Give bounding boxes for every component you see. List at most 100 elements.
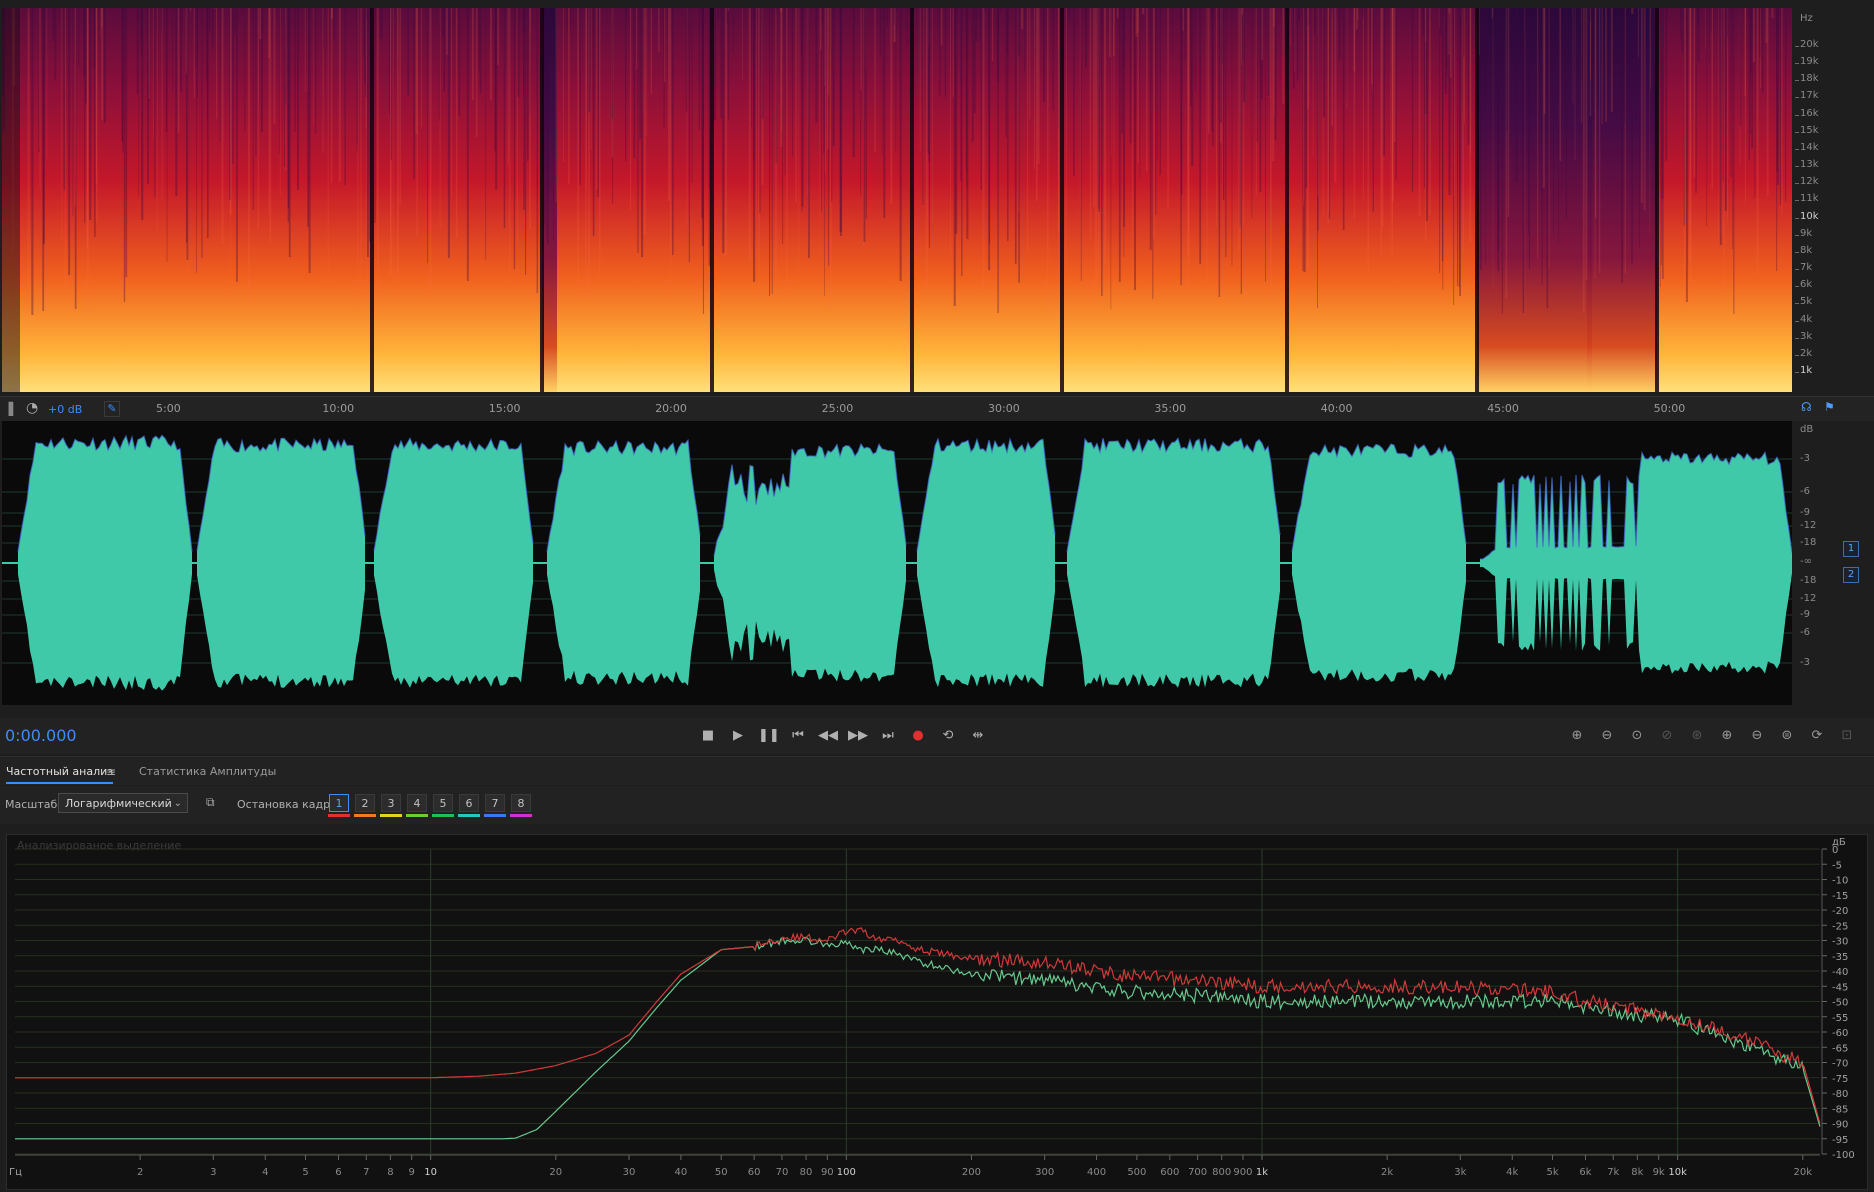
frequency-tick bbox=[1795, 166, 1799, 168]
zoom-in-amplitude-icon[interactable]: ⊕ bbox=[1566, 726, 1588, 746]
freeze-frame-button-6[interactable]: 6 bbox=[459, 794, 479, 812]
x-tick-label: 200 bbox=[962, 1167, 981, 1178]
y-tick-label: -90 bbox=[1832, 1120, 1848, 1131]
frequency-analysis-plot[interactable]: 2 3 4 5 6 7 8 9 10 20 30 40 50 60 70 80 90 100 200 300 400 50… bbox=[6, 834, 1868, 1190]
headphones-icon[interactable]: ☊ bbox=[1801, 400, 1812, 414]
timecode-display[interactable]: 0:00.000 bbox=[5, 726, 77, 745]
copy-icon[interactable]: ⧉ bbox=[206, 795, 215, 810]
skip-to-start-button[interactable]: ⏮ bbox=[788, 726, 808, 746]
scale-select[interactable]: Логарифмический ⌄ bbox=[58, 793, 188, 813]
spectrogram-display[interactable] bbox=[2, 8, 1792, 392]
meter-icon[interactable]: ▐ bbox=[4, 402, 13, 416]
x-tick-label: 60 bbox=[748, 1167, 761, 1178]
x-tick-label: 40 bbox=[675, 1167, 688, 1178]
frequency-tick-label: 19k bbox=[1800, 56, 1819, 68]
x-tick-label: 500 bbox=[1127, 1167, 1146, 1178]
freeze-frame-color bbox=[458, 814, 480, 817]
x-tick-label: 2 bbox=[137, 1167, 143, 1178]
y-tick-label: -45 bbox=[1832, 982, 1848, 993]
pin-icon[interactable]: ✎ bbox=[104, 401, 120, 417]
record-button[interactable]: ● bbox=[908, 726, 928, 746]
frequency-controls: Масштаб: Логарифмический ⌄ ⧉ Остановка к… bbox=[0, 786, 1874, 824]
zoom-in-time-icon[interactable]: ⊕ bbox=[1716, 726, 1738, 746]
x-tick-label: 5 bbox=[302, 1167, 308, 1178]
x-tick-label: 50 bbox=[715, 1167, 728, 1178]
y-tick-label: -35 bbox=[1832, 952, 1848, 963]
waveform-display[interactable] bbox=[2, 421, 1792, 705]
zoom-reset-icon[interactable]: ⟳ bbox=[1806, 726, 1828, 746]
stop-button[interactable]: ■ bbox=[698, 726, 718, 746]
frequency-tick-label: 18k bbox=[1800, 73, 1819, 85]
pause-button[interactable]: ❚❚ bbox=[758, 726, 780, 746]
time-tick-label: 35:00 bbox=[1154, 402, 1187, 415]
zoom-selection-icon[interactable]: ⊘ bbox=[1656, 726, 1678, 746]
freeze-frame-color bbox=[510, 814, 532, 817]
time-tick-label: 30:00 bbox=[988, 402, 1020, 415]
time-tick-label: 15:00 bbox=[488, 402, 521, 415]
scale-label: Масштаб: bbox=[5, 798, 61, 811]
play-button[interactable]: ▶ bbox=[728, 726, 748, 746]
y-tick-label: -70 bbox=[1832, 1059, 1848, 1070]
time-tick-label: 25:00 bbox=[821, 402, 854, 415]
zoom-to-fit-icon[interactable]: ⊡ bbox=[1836, 726, 1858, 746]
frequency-tick bbox=[1795, 320, 1799, 322]
zoom-out-time-icon[interactable]: ⊖ bbox=[1746, 726, 1768, 746]
y-tick-label: -95 bbox=[1832, 1135, 1848, 1146]
frequency-unit-label: Hz bbox=[1800, 13, 1813, 24]
y-tick-label: -65 bbox=[1832, 1043, 1848, 1054]
y-tick-label: -10 bbox=[1832, 876, 1848, 887]
frequency-tick bbox=[1795, 372, 1799, 373]
freeze-frame-button-5[interactable]: 5 bbox=[433, 794, 453, 812]
time-ruler[interactable]: ▐ ◔ +0 dB ✎ ☊ ⚑ 5:00 10:00 15:00 20:00 25:00… bbox=[0, 396, 1874, 421]
panel-tab-bar: Частотный анализ ≡ Статистика Амплитуды bbox=[0, 756, 1874, 785]
frequency-tick bbox=[1795, 114, 1799, 116]
freeze-frame-color bbox=[432, 814, 454, 817]
marker-icon[interactable]: ⚑ bbox=[1824, 400, 1835, 414]
gain-knob-icon[interactable]: ◔ bbox=[26, 400, 38, 416]
x-tick-label: 4 bbox=[262, 1167, 268, 1178]
x-tick-label: 4k bbox=[1506, 1167, 1518, 1178]
skip-to-end-button[interactable]: ⏭ bbox=[878, 726, 898, 746]
freeze-frame-color bbox=[406, 814, 428, 817]
channel-2-badge[interactable]: 2 bbox=[1843, 567, 1859, 583]
gain-value[interactable]: +0 dB bbox=[48, 403, 82, 416]
amplitude-tick-label: -6 bbox=[1800, 627, 1810, 638]
zoom-full-icon[interactable]: ⊙ bbox=[1626, 726, 1648, 746]
frequency-tick-label: 3k bbox=[1800, 330, 1813, 342]
frequency-ruler: Hz 20k 19k 18k 17k 16k 15k 14k 13k 12k 11k 10k 9k 8k… bbox=[1795, 8, 1867, 392]
time-tick-label: 45:00 bbox=[1487, 402, 1519, 415]
freeze-frame-button-2[interactable]: 2 bbox=[355, 794, 375, 812]
freeze-frame-button-8[interactable]: 8 bbox=[511, 794, 531, 812]
x-tick-label: 70 bbox=[776, 1167, 789, 1178]
x-tick-label: 100 bbox=[837, 1167, 856, 1178]
loop-button[interactable]: ⟲ bbox=[938, 726, 958, 746]
zoom-center-icon[interactable]: ⊛ bbox=[1686, 726, 1708, 746]
freeze-frame-label: Остановка кадра: bbox=[237, 798, 341, 811]
freeze-frame-button-7[interactable]: 7 bbox=[485, 794, 505, 812]
freeze-frame-button-4[interactable]: 4 bbox=[407, 794, 427, 812]
rewind-button[interactable]: ◀◀ bbox=[818, 726, 838, 746]
tab-amplitude-statistics[interactable]: Статистика Амплитуды bbox=[139, 765, 276, 778]
skip-selection-button[interactable]: ⇹ bbox=[968, 726, 988, 746]
amplitude-tick-label: -12 bbox=[1800, 520, 1817, 531]
y-tick-label: -75 bbox=[1832, 1074, 1848, 1085]
frequency-tick bbox=[1795, 131, 1799, 133]
channel-1-badge[interactable]: 1 bbox=[1843, 541, 1859, 557]
freeze-frame-button-1[interactable]: 1 bbox=[329, 794, 349, 812]
frequency-tick-label: 2k bbox=[1800, 347, 1813, 359]
x-tick-label: 90 bbox=[821, 1167, 834, 1178]
panel-menu-icon[interactable]: ≡ bbox=[106, 765, 116, 779]
zoom-out-amplitude-icon[interactable]: ⊖ bbox=[1596, 726, 1618, 746]
amplitude-unit-label: dB bbox=[1800, 424, 1814, 435]
frequency-tick bbox=[1795, 148, 1799, 150]
frequency-tick-label: 9k bbox=[1800, 227, 1813, 239]
tab-frequency-analysis[interactable]: Частотный анализ bbox=[6, 765, 114, 784]
freeze-frame-color bbox=[484, 814, 506, 817]
spectrogram-quiet-region bbox=[542, 8, 557, 392]
zoom-out-full-icon[interactable]: ⊜ bbox=[1776, 726, 1798, 746]
fast-forward-button[interactable]: ▶▶ bbox=[848, 726, 868, 746]
y-tick-label: -55 bbox=[1832, 1013, 1848, 1024]
freeze-frame-button-3[interactable]: 3 bbox=[381, 794, 401, 812]
x-tick-label: 400 bbox=[1087, 1167, 1106, 1178]
y-tick-label: -30 bbox=[1832, 937, 1848, 948]
